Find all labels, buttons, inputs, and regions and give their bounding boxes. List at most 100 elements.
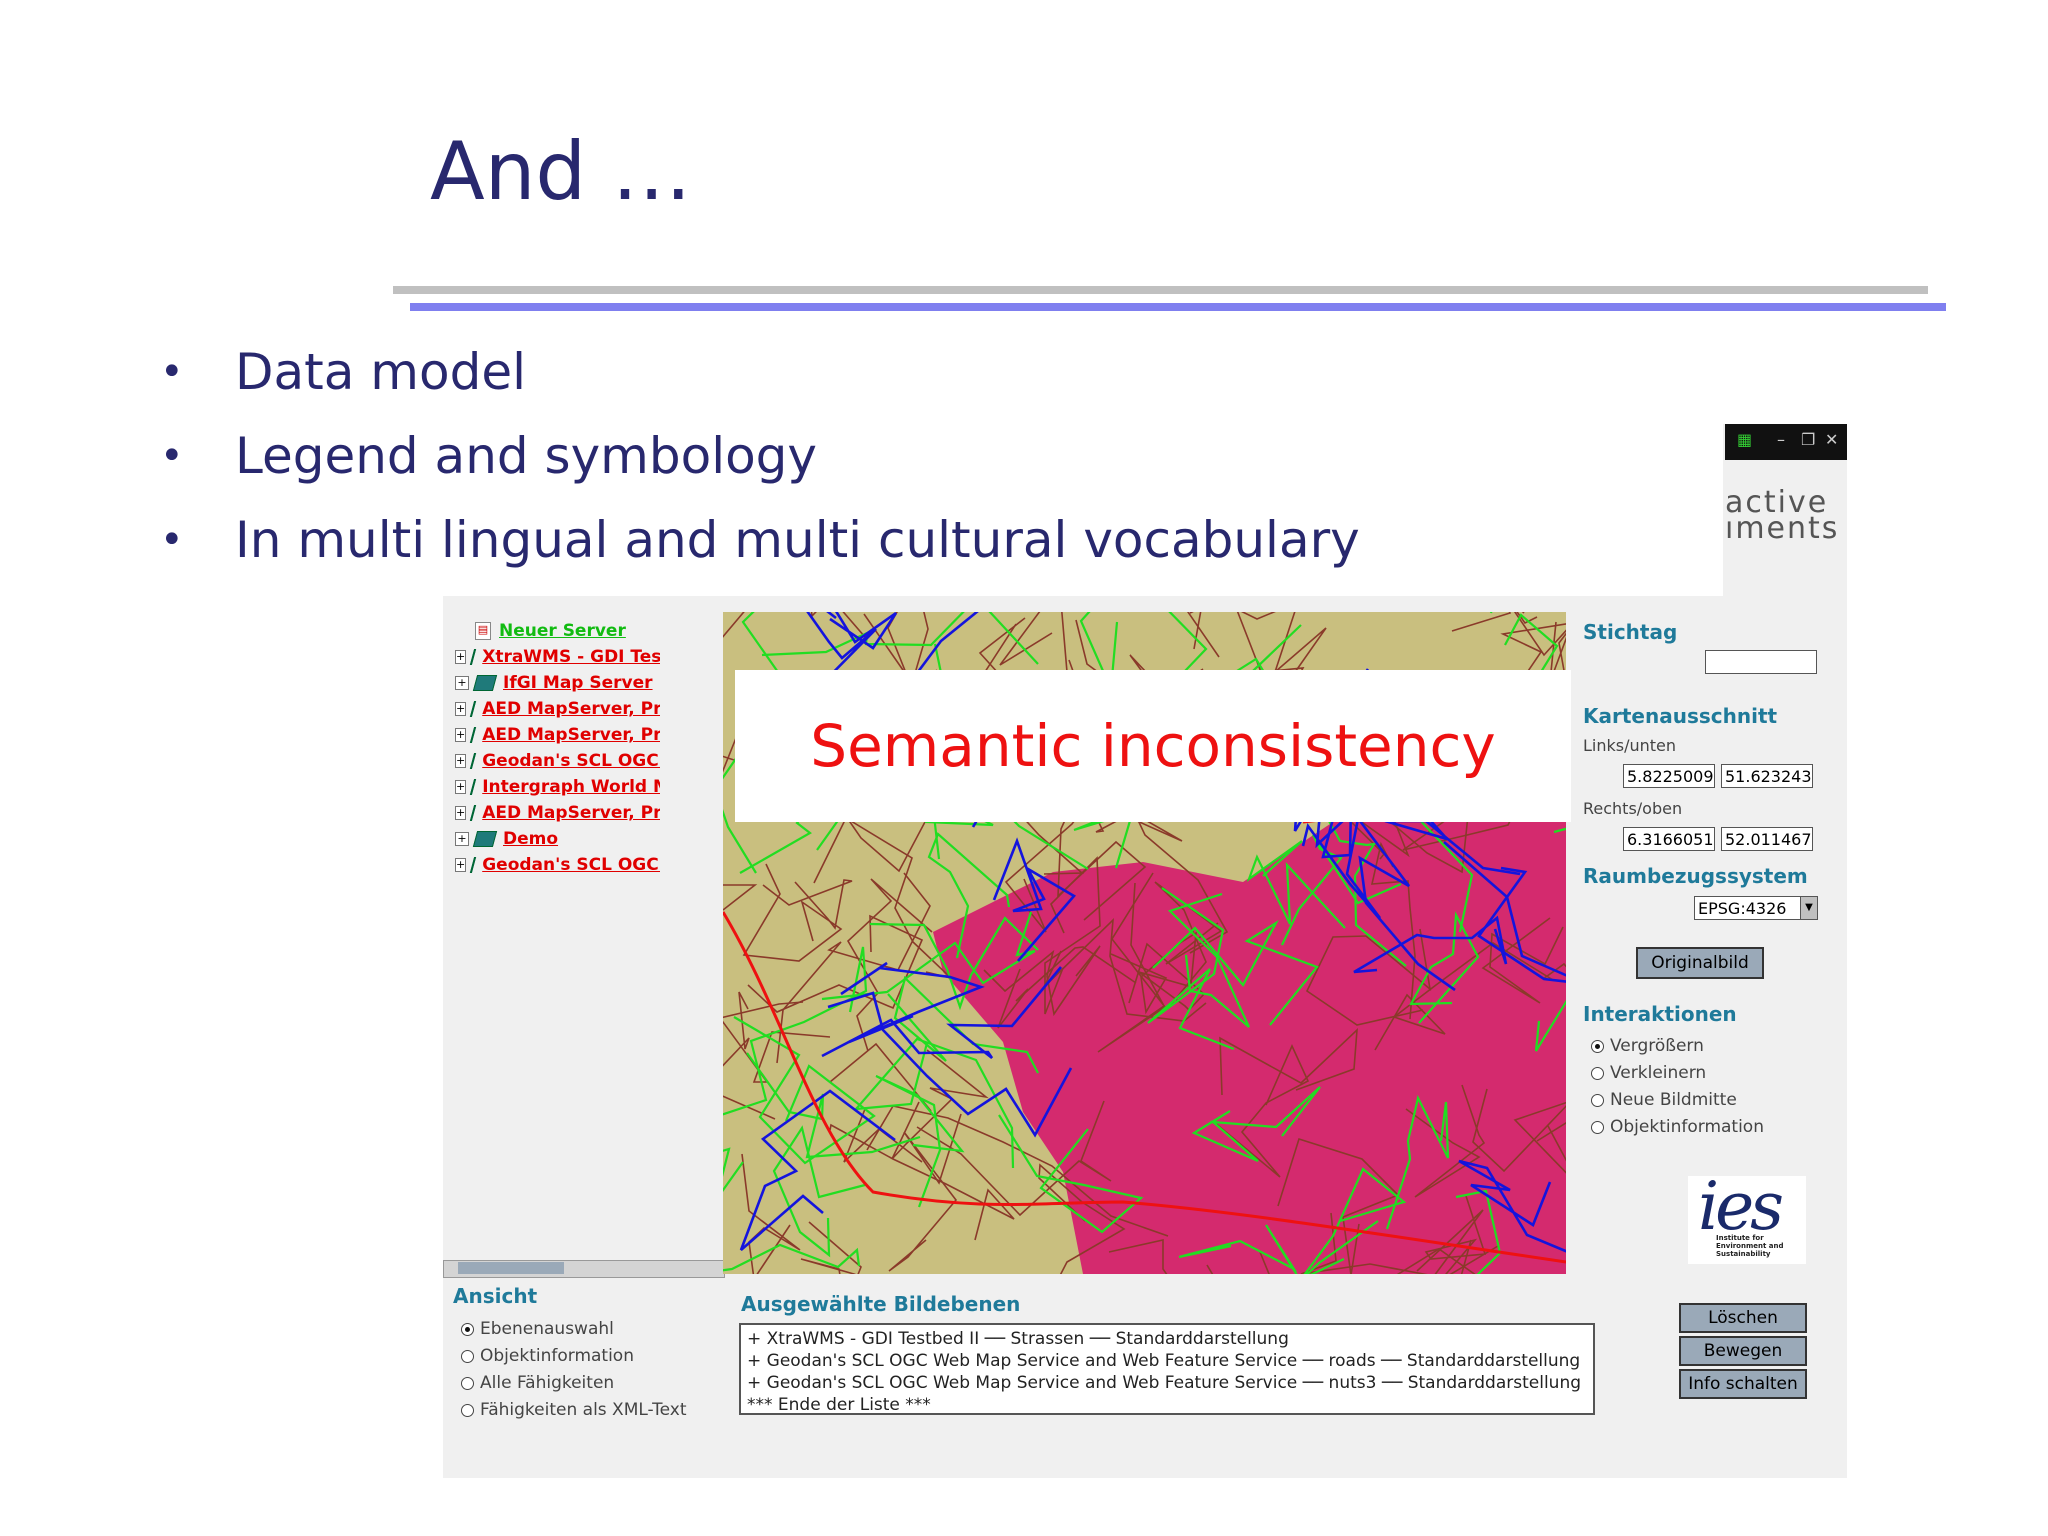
expand-icon[interactable]: + bbox=[455, 858, 467, 872]
book-icon bbox=[470, 753, 477, 769]
tree-item-label[interactable]: IfGI Map Server bbox=[503, 673, 653, 693]
ies-subtitle-line: Institute for bbox=[1716, 1234, 1764, 1242]
crs-value: EPSG:4326 bbox=[1698, 899, 1787, 918]
expand-icon[interactable]: + bbox=[455, 754, 467, 768]
tree-item-new-server[interactable]: ▤ Neuer Server bbox=[455, 618, 660, 644]
crs-select[interactable]: EPSG:4326 ▼ bbox=[1694, 896, 1818, 920]
interaction-label: Neue Bildmitte bbox=[1610, 1090, 1737, 1110]
road-line bbox=[800, 1221, 862, 1274]
interaction-option-object-info[interactable]: Objektinformation bbox=[1591, 1117, 1764, 1137]
radio-selected-icon[interactable] bbox=[461, 1322, 474, 1336]
brand-text: active ıments bbox=[1725, 488, 1840, 546]
list-item[interactable]: + Geodan's SCL OGC Web Map Service and W… bbox=[747, 1372, 1587, 1394]
scrollbar-thumb[interactable] bbox=[458, 1262, 564, 1274]
interaction-option-zoom-out[interactable]: Verkleinern bbox=[1591, 1063, 1706, 1083]
tree-item-label[interactable]: AED MapServer, Projekt bbox=[482, 803, 660, 823]
expand-icon[interactable]: + bbox=[455, 806, 467, 820]
tree-item[interactable]: + Demo bbox=[455, 826, 660, 852]
tree-item[interactable]: + XtraWMS - GDI Testbed I bbox=[455, 644, 660, 670]
interaction-option-zoom-in[interactable]: Vergrößern bbox=[1591, 1036, 1704, 1056]
bullet-text: Data model bbox=[235, 343, 526, 401]
book-icon bbox=[470, 805, 477, 821]
selected-layers-list[interactable]: + XtraWMS - GDI Testbed II ── Strassen ─… bbox=[739, 1323, 1595, 1415]
extent-heading: Kartenausschnitt bbox=[1583, 704, 1778, 728]
windows-logo-icon: ▦ bbox=[1737, 430, 1753, 449]
expand-icon[interactable]: + bbox=[455, 832, 469, 846]
bullet-dot: • bbox=[160, 433, 184, 479]
expand-icon[interactable]: + bbox=[455, 702, 467, 716]
list-item[interactable]: *** Ende der Liste *** bbox=[747, 1394, 1587, 1416]
original-image-button[interactable]: Originalbild bbox=[1636, 947, 1764, 979]
tree-horizontal-scrollbar[interactable] bbox=[443, 1260, 725, 1278]
view-option-all-capabilities[interactable]: Alle Fähigkeiten bbox=[461, 1373, 614, 1393]
road-line bbox=[723, 1147, 744, 1193]
tree-item-label[interactable]: XtraWMS - GDI Testbed I bbox=[482, 647, 660, 667]
radio-selected-icon[interactable] bbox=[1591, 1039, 1604, 1053]
lower-left-y-input[interactable]: 51.6232431 bbox=[1721, 764, 1813, 788]
book-icon bbox=[470, 649, 477, 665]
ies-logo-subtitle: Institute for Environment and Sustainabi… bbox=[1716, 1234, 1784, 1258]
tree-item-label[interactable]: Intergraph World Map bbox=[482, 777, 660, 797]
tree-item-label[interactable]: AED MapServer, Projekt bbox=[482, 699, 660, 719]
tree-item[interactable]: + Geodan's SCL OGC Web bbox=[455, 748, 660, 774]
road-line bbox=[813, 816, 954, 980]
close-icon[interactable]: ✕ bbox=[1825, 430, 1838, 449]
move-button[interactable]: Bewegen bbox=[1679, 1336, 1807, 1366]
list-item[interactable]: + XtraWMS - GDI Testbed II ── Strassen ─… bbox=[747, 1328, 1587, 1350]
tree-item[interactable]: + AED MapServer, Projekt bbox=[455, 800, 660, 826]
bullet-item: • Data model bbox=[160, 340, 1360, 424]
interaction-label: Objektinformation bbox=[1610, 1117, 1764, 1137]
stichtag-input[interactable] bbox=[1705, 650, 1817, 674]
slide-title: And … bbox=[430, 125, 692, 218]
expand-icon[interactable]: + bbox=[455, 728, 467, 742]
brand-line-2: ıments bbox=[1725, 511, 1840, 546]
expand-icon[interactable]: + bbox=[455, 780, 467, 794]
radio-icon[interactable] bbox=[1591, 1066, 1604, 1080]
tree-item[interactable]: + IfGI Map Server bbox=[455, 670, 660, 696]
toggle-info-button[interactable]: Info schalten bbox=[1679, 1369, 1807, 1399]
minimize-icon[interactable]: – bbox=[1777, 430, 1785, 449]
view-option-capabilities-xml[interactable]: Fähigkeiten als XML-Text bbox=[461, 1400, 687, 1420]
book-icon bbox=[470, 779, 477, 795]
tree-item[interactable]: + AED MapServer, Projekt bbox=[455, 696, 660, 722]
tree-item-label[interactable]: Neuer Server bbox=[499, 621, 626, 641]
book-icon bbox=[470, 857, 477, 873]
title-rule-gray bbox=[393, 286, 1928, 294]
tree-item[interactable]: + Geodan's SCL OGC Web bbox=[455, 852, 660, 878]
radio-icon[interactable] bbox=[461, 1376, 474, 1390]
list-item[interactable]: + Geodan's SCL OGC Web Map Service and W… bbox=[747, 1350, 1587, 1372]
road-line bbox=[772, 1125, 866, 1258]
interaction-option-recenter[interactable]: Neue Bildmitte bbox=[1591, 1090, 1737, 1110]
tree-item-label[interactable]: Geodan's SCL OGC Web bbox=[482, 855, 660, 875]
expand-icon[interactable]: + bbox=[455, 676, 469, 690]
tree-item-label[interactable]: Geodan's SCL OGC Web bbox=[482, 751, 660, 771]
radio-icon[interactable] bbox=[1591, 1120, 1604, 1134]
lower-left-label: Links/unten bbox=[1583, 736, 1677, 755]
expand-icon[interactable]: + bbox=[455, 650, 467, 664]
overlay-text: Semantic inconsistency bbox=[810, 712, 1496, 780]
upper-right-y-input[interactable]: 52.0114678 bbox=[1721, 827, 1813, 851]
book-icon bbox=[472, 675, 498, 691]
road-line bbox=[1451, 612, 1538, 632]
radio-icon[interactable] bbox=[1591, 1093, 1604, 1107]
tree-item-label[interactable]: Demo bbox=[503, 829, 558, 849]
view-option-object-info[interactable]: Objektinformation bbox=[461, 1346, 634, 1366]
bullet-list: • Data model • Legend and symbology • In mu… bbox=[160, 340, 1360, 592]
view-option-label: Objektinformation bbox=[480, 1346, 634, 1366]
road-line bbox=[1061, 612, 1138, 675]
tree-item-label[interactable]: AED MapServer, Projekt bbox=[482, 725, 660, 745]
tree-item[interactable]: + Intergraph World Map bbox=[455, 774, 660, 800]
radio-icon[interactable] bbox=[461, 1349, 474, 1363]
radio-icon[interactable] bbox=[461, 1403, 474, 1417]
chevron-down-icon[interactable]: ▼ bbox=[1800, 897, 1817, 919]
restore-icon[interactable]: ❐ bbox=[1801, 430, 1815, 449]
new-document-icon: ▤ bbox=[475, 622, 491, 640]
bullet-dot: • bbox=[160, 517, 184, 563]
upper-right-x-input[interactable]: 6.31660515 bbox=[1623, 827, 1715, 851]
tree-item[interactable]: + AED MapServer, Projekt bbox=[455, 722, 660, 748]
view-option-layer-selection[interactable]: Ebenenauswahl bbox=[461, 1319, 614, 1339]
delete-button[interactable]: Löschen bbox=[1679, 1303, 1807, 1333]
lower-left-x-input[interactable]: 5.82250095 bbox=[1623, 764, 1715, 788]
road-line bbox=[723, 946, 868, 1116]
view-option-label: Fähigkeiten als XML-Text bbox=[480, 1400, 687, 1420]
